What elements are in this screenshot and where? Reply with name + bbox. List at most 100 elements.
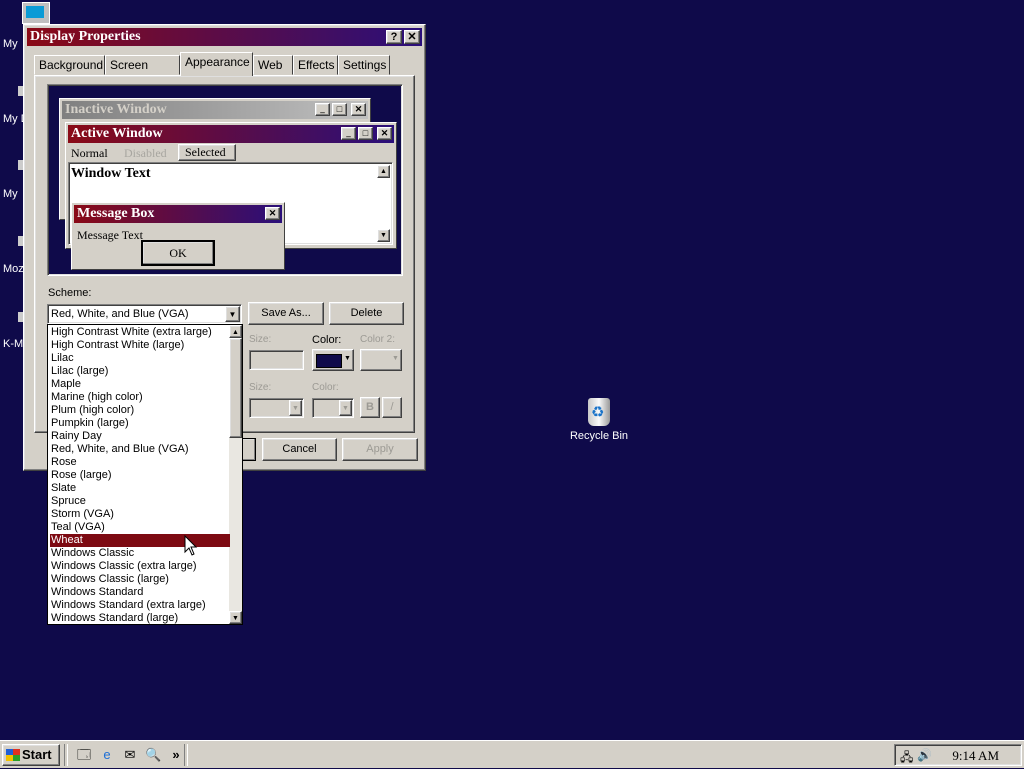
outlook-express-icon[interactable]: ✉ [122,747,138,763]
tab-effects[interactable]: Effects [293,55,338,75]
scheme-option[interactable]: Windows Classic (extra large) [50,560,230,573]
tab-settings[interactable]: Settings [338,55,390,75]
chevron-down-icon: ▼ [289,400,302,416]
help-button[interactable]: ? [386,30,402,44]
network-icon[interactable]: 🖧 [900,748,913,769]
message-text: Message Text [77,228,143,242]
appearance-preview[interactable]: Inactive Window _ □ ✕ Active Window _ □ … [47,84,403,276]
my-computer-icon[interactable] [22,2,50,24]
recycle-bin-icon [588,398,610,426]
scheme-option[interactable]: Rose (large) [50,469,230,482]
scheme-option[interactable]: Storm (VGA) [50,508,230,521]
scroll-down-icon[interactable]: ▼ [229,611,242,624]
color-swatch [316,354,342,368]
desktop-icon-label-3[interactable]: My [3,188,18,200]
tab-web[interactable]: Web [253,55,293,75]
tab-background[interactable]: Background [34,55,105,75]
scheme-option[interactable]: High Contrast White (extra large) [50,326,230,339]
scheme-option[interactable]: Wheat [50,534,230,547]
italic-button[interactable]: / [382,397,402,418]
scroll-down-icon: ▼ [377,229,390,242]
scheme-option[interactable]: Rose [50,456,230,469]
taskbar-divider [184,744,188,766]
scheme-option[interactable]: Marine (high color) [50,391,230,404]
scheme-option[interactable]: Plum (high color) [50,404,230,417]
maximize-icon: □ [358,127,373,140]
start-button[interactable]: Start [2,744,60,766]
font-color-select[interactable]: ▼ [312,398,354,418]
active-title-text: Active Window [71,126,163,141]
scheme-option[interactable]: Rainy Day [50,430,230,443]
tab-appearance[interactable]: Appearance [180,52,253,76]
apply-button[interactable]: Apply [342,438,418,461]
desktop-icon-label-5[interactable]: K-M [3,338,23,350]
scheme-option[interactable]: Windows Standard (extra large) [50,599,230,612]
scroll-up-icon[interactable]: ▲ [229,325,242,338]
scheme-option[interactable]: Windows Classic (large) [50,573,230,586]
menu-normal: Normal [71,146,108,160]
chevron-down-icon: ▼ [339,400,352,416]
save-as-button[interactable]: Save As... [248,302,324,325]
delete-button[interactable]: Delete [329,302,404,325]
internet-explorer-icon[interactable]: e [99,747,115,763]
scroll-up-icon: ▲ [377,165,390,178]
taskbar-divider [64,744,68,766]
window-text: Window Text [71,166,151,181]
windows-logo-icon [6,749,20,761]
scroll-thumb[interactable] [229,338,242,438]
scheme-option[interactable]: Spruce [50,495,230,508]
chevron-down-icon[interactable]: ▼ [225,306,240,322]
show-desktop-icon[interactable]: 🗔 [76,747,92,763]
tab-screen-saver[interactable]: Screen Saver [105,55,180,90]
size-spinner[interactable] [249,350,304,370]
font-size-label: Size: [249,382,272,393]
scheme-option[interactable]: High Contrast White (large) [50,339,230,352]
scheme-option[interactable]: Windows Standard [50,586,230,599]
windows-explorer-icon[interactable]: 🔍 [145,747,161,763]
scheme-option[interactable]: Teal (VGA) [50,521,230,534]
dialog-titlebar[interactable]: Display Properties ? ✕ [27,28,422,46]
scheme-option[interactable]: Pumpkin (large) [50,417,230,430]
scheme-dropdown-list[interactable]: ▲ ▼ High Contrast White (extra large) Hig… [47,324,243,625]
desktop-icon-label-1[interactable]: My [3,38,18,50]
font-size-select[interactable]: ▼ [249,398,304,418]
mouse-cursor-icon [184,535,198,556]
inactive-window-title: Inactive Window _ □ ✕ [62,101,368,119]
scheme-option[interactable]: Slate [50,482,230,495]
color-label: Color: [312,334,342,346]
recycle-bin[interactable]: Recycle Bin [562,398,636,442]
menu-disabled: Disabled [124,146,167,160]
scheme-option[interactable]: Windows Classic [50,547,230,560]
maximize-icon: □ [332,103,347,116]
volume-icon[interactable]: 🔊 [917,748,932,762]
message-box-title: Message Box ✕ [74,205,282,223]
cancel-button[interactable]: Cancel [262,438,337,461]
dialog-title: Display Properties [30,29,141,44]
menu-selected: Selected [178,144,236,161]
ok-button-preview: OK [141,240,215,266]
more-quicklaunch-chevron[interactable]: » [168,747,184,763]
scheme-option[interactable]: Lilac (large) [50,365,230,378]
bold-button[interactable]: B [360,397,380,418]
recycle-bin-label: Recycle Bin [569,430,629,442]
scheme-option[interactable]: Red, White, and Blue (VGA) [50,443,230,456]
scheme-option[interactable]: Windows Standard (large) [50,612,230,625]
inactive-title-text: Inactive Window [65,102,167,117]
color-button[interactable]: ▼ [312,349,354,371]
scheme-select[interactable]: Red, White, and Blue (VGA) ▼ [47,304,242,324]
desktop-icon-label-4[interactable]: Moz [3,263,24,275]
close-icon: ✕ [377,127,392,140]
clock[interactable]: 9:14 AM [952,748,999,764]
message-box-title-text: Message Box [77,206,155,221]
dropdown-scrollbar[interactable]: ▲ ▼ [229,325,242,624]
scheme-option[interactable]: Maple [50,378,230,391]
start-label: Start [22,747,52,762]
color2-button[interactable]: ▼ [360,349,402,371]
taskbar: Start 🗔 e ✉ 🔍 » 🖧 🔊 9:14 AM [0,740,1024,768]
size-label: Size: [249,334,272,345]
chevron-down-icon: ▼ [392,355,399,362]
scheme-select-value: Red, White, and Blue (VGA) [51,308,189,320]
message-box-preview[interactable]: Message Box ✕ Message Text OK [71,202,285,270]
scheme-option[interactable]: Lilac [50,352,230,365]
close-button[interactable]: ✕ [404,30,420,44]
